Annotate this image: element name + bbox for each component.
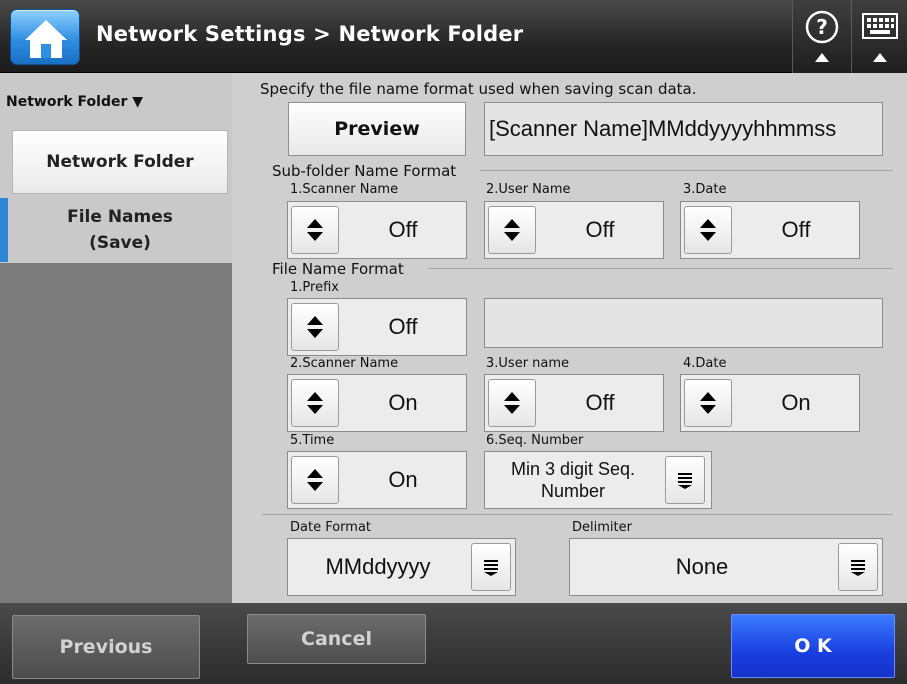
spinner-value: Off bbox=[585, 217, 615, 242]
spinner-value: Off bbox=[388, 314, 418, 339]
spinner-value: On bbox=[781, 390, 811, 415]
date-spinner[interactable]: On bbox=[680, 374, 860, 432]
spinner-value: Off bbox=[585, 390, 615, 415]
filename-group-title: File Name Format bbox=[272, 260, 408, 278]
previous-button[interactable]: Previous bbox=[12, 615, 200, 679]
date-format-select[interactable]: MMddyyyy bbox=[287, 538, 516, 596]
subfolder-scanner-name-label: 1.Scanner Name bbox=[290, 182, 399, 197]
ok-button[interactable]: O K bbox=[731, 614, 895, 678]
subfolder-date-label: 3.Date bbox=[683, 182, 727, 197]
delimiter-label: Delimiter bbox=[572, 520, 632, 535]
user-name-label: 3.User name bbox=[486, 356, 570, 371]
subfolder-user-name-label: 2.User Name bbox=[486, 182, 571, 197]
divider bbox=[428, 268, 893, 269]
up-down-arrow-icon[interactable] bbox=[684, 379, 732, 427]
prefix-text-field[interactable] bbox=[484, 298, 883, 348]
scanner-name-label: 2.Scanner Name bbox=[290, 356, 399, 371]
keyboard-icon bbox=[862, 13, 898, 62]
sidebar-heading[interactable]: Network Folder ▼ bbox=[6, 94, 143, 110]
divider bbox=[480, 170, 893, 171]
help-button[interactable]: ? bbox=[792, 0, 850, 73]
prefix-label: 1.Prefix bbox=[290, 280, 339, 295]
up-down-arrow-icon[interactable] bbox=[291, 379, 339, 427]
up-down-arrow-icon[interactable] bbox=[488, 206, 536, 254]
cancel-button[interactable]: Cancel bbox=[247, 614, 426, 664]
home-button[interactable] bbox=[10, 9, 80, 65]
sidebar-item-network-folder[interactable]: Network Folder bbox=[12, 130, 228, 194]
instruction-text: Specify the file name format used when s… bbox=[260, 80, 697, 98]
up-down-arrow-icon[interactable] bbox=[684, 206, 732, 254]
time-label: 5.Time bbox=[290, 433, 335, 448]
preview-filename-display: [Scanner Name]MMddyyyyhhmmss bbox=[484, 102, 883, 156]
user-name-spinner[interactable]: Off bbox=[484, 374, 664, 432]
help-icon: ? bbox=[805, 10, 839, 62]
spinner-value: Off bbox=[388, 217, 418, 242]
dropdown-icon[interactable] bbox=[838, 543, 878, 591]
select-value: None bbox=[675, 554, 729, 579]
subfolder-scanner-name-spinner[interactable]: Off bbox=[287, 201, 467, 259]
divider bbox=[262, 514, 893, 515]
subfolder-group-title: Sub-folder Name Format bbox=[272, 162, 461, 180]
seq-number-select[interactable]: Min 3 digit Seq. Number bbox=[484, 451, 712, 509]
home-icon bbox=[25, 20, 67, 58]
page-title: Network Settings > Network Folder bbox=[96, 22, 524, 46]
svg-text:?: ? bbox=[816, 15, 828, 39]
subfolder-user-name-spinner[interactable]: Off bbox=[484, 201, 664, 259]
select-value: MMddyyyy bbox=[325, 554, 431, 579]
sidebar-item-file-names[interactable]: File Names (Save) bbox=[8, 198, 232, 262]
date-label: 4.Date bbox=[683, 356, 727, 371]
spinner-value: Off bbox=[781, 217, 811, 242]
up-down-arrow-icon[interactable] bbox=[291, 206, 339, 254]
preview-button[interactable]: Preview bbox=[288, 102, 466, 156]
select-value: Min 3 digit Seq. Number bbox=[510, 459, 636, 501]
seq-number-label: 6.Seq. Number bbox=[486, 433, 584, 448]
dropdown-icon[interactable] bbox=[665, 456, 705, 504]
date-format-label: Date Format bbox=[290, 520, 372, 535]
prefix-spinner[interactable]: Off bbox=[287, 298, 467, 356]
dropdown-icon[interactable] bbox=[471, 543, 511, 591]
keyboard-button[interactable] bbox=[851, 0, 907, 73]
subfolder-date-spinner[interactable]: Off bbox=[680, 201, 860, 259]
time-spinner[interactable]: On bbox=[287, 451, 467, 509]
spinner-value: On bbox=[388, 390, 418, 415]
scanner-name-spinner[interactable]: On bbox=[287, 374, 467, 432]
delimiter-select[interactable]: None bbox=[569, 538, 883, 596]
active-indicator bbox=[0, 198, 8, 262]
spinner-value: On bbox=[388, 467, 418, 492]
up-down-arrow-icon[interactable] bbox=[488, 379, 536, 427]
up-down-arrow-icon[interactable] bbox=[291, 303, 339, 351]
up-down-arrow-icon[interactable] bbox=[291, 456, 339, 504]
